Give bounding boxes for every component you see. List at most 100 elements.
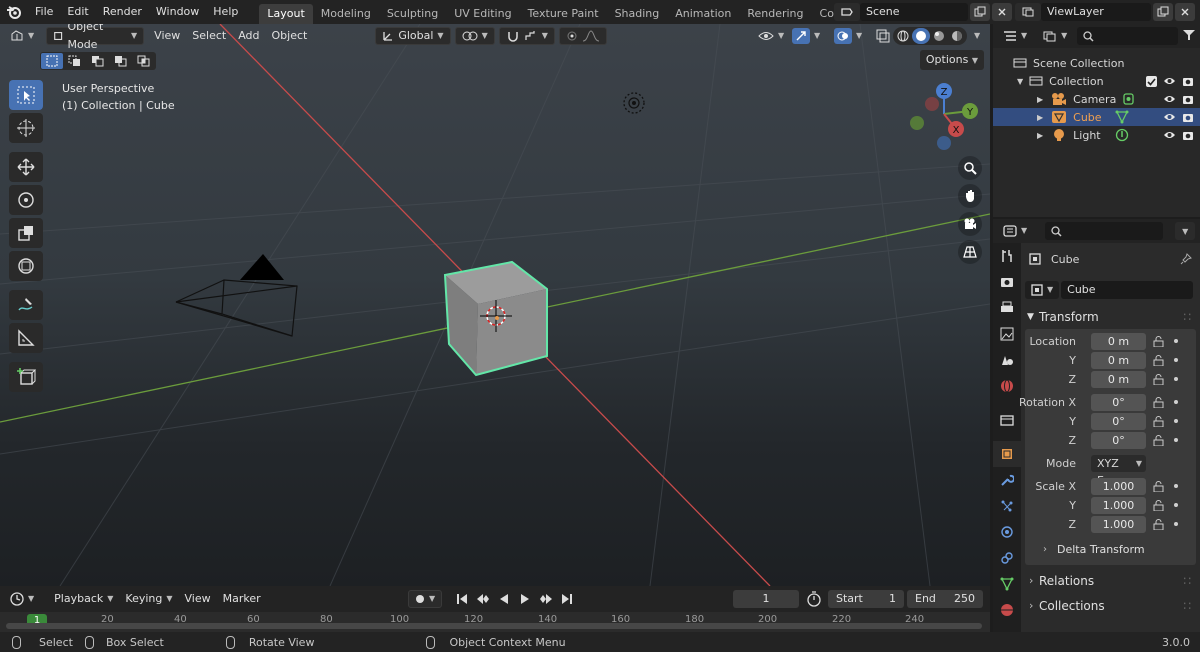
zoom-button[interactable] xyxy=(958,156,982,180)
delete-view-layer-icon[interactable] xyxy=(1175,3,1195,21)
keyframe-dot-icon[interactable] xyxy=(1174,339,1178,343)
eye-icon[interactable] xyxy=(1163,76,1176,86)
proportional-edit-toggle[interactable] xyxy=(558,27,607,45)
transform-tool[interactable] xyxy=(9,251,43,281)
keying-menu[interactable]: Keying ▼ xyxy=(119,590,178,608)
rotation-z-field[interactable]: 0° xyxy=(1091,432,1146,449)
keyframe-dot-icon[interactable] xyxy=(1174,522,1178,526)
select-intersect-button[interactable] xyxy=(133,53,155,69)
delta-transform-header[interactable]: › Delta Transform xyxy=(1025,535,1196,561)
outliner-item-camera[interactable]: ▶ Camera xyxy=(993,90,1200,108)
select-box-tool[interactable] xyxy=(9,80,43,110)
tab-view-layer[interactable] xyxy=(993,321,1021,347)
light-object[interactable] xyxy=(623,92,645,114)
display-mode-selector[interactable]: ▼ xyxy=(1037,27,1073,45)
tab-object[interactable] xyxy=(993,441,1021,467)
viewport-menu-view[interactable]: View xyxy=(148,27,186,45)
viewport-menu-select[interactable]: Select xyxy=(186,27,232,45)
select-extend-button[interactable] xyxy=(64,53,86,69)
expand-arrow-icon[interactable]: ▶ xyxy=(1037,113,1043,122)
keyframe-dot-icon[interactable] xyxy=(1174,484,1178,488)
checkbox-icon[interactable] xyxy=(1146,75,1157,87)
lock-icon[interactable] xyxy=(1153,336,1164,347)
lock-icon[interactable] xyxy=(1153,519,1164,530)
render-camera-icon[interactable] xyxy=(1182,76,1194,87)
delete-scene-icon[interactable] xyxy=(992,3,1012,21)
outliner-collection[interactable]: ▼ Collection xyxy=(993,72,1200,90)
3d-viewport[interactable]: ▼ Object Mode ▼ View Select Add Object G… xyxy=(0,24,990,586)
rotation-y-field[interactable]: 0° xyxy=(1091,413,1146,430)
outliner-scene-collection[interactable]: Scene Collection xyxy=(993,54,1200,72)
tab-layout[interactable]: Layout xyxy=(259,4,313,24)
tab-constraints[interactable] xyxy=(993,545,1021,571)
keyframe-dot-icon[interactable] xyxy=(1174,358,1178,362)
tab-animation[interactable]: Animation xyxy=(667,4,739,24)
lock-icon[interactable] xyxy=(1153,435,1164,446)
playback-menu[interactable]: Playback ▼ xyxy=(48,590,119,608)
tab-sculpting[interactable]: Sculpting xyxy=(379,4,446,24)
timeline-scrollbar[interactable] xyxy=(6,623,982,629)
relations-panel-header[interactable]: › Relations ∷ xyxy=(1021,569,1200,593)
timeline-marker-menu[interactable]: Marker xyxy=(217,590,267,608)
solid-shading-button[interactable] xyxy=(912,28,930,44)
overlay-toggle[interactable]: ▼ xyxy=(828,27,868,45)
tab-rendering[interactable]: Rendering xyxy=(739,4,811,24)
scale-x-field[interactable]: 1.000 xyxy=(1091,478,1146,495)
tab-physics[interactable] xyxy=(993,519,1021,545)
scale-z-field[interactable]: 1.000 xyxy=(1091,516,1146,533)
lock-icon[interactable] xyxy=(1153,416,1164,427)
viewport-menu-add[interactable]: Add xyxy=(232,27,265,45)
tab-material[interactable] xyxy=(993,597,1021,623)
lock-icon[interactable] xyxy=(1153,397,1164,408)
tab-modeling[interactable]: Modeling xyxy=(313,4,379,24)
location-x-field[interactable]: 0 m xyxy=(1091,333,1146,350)
blender-logo-icon[interactable] xyxy=(0,0,28,24)
tab-particles[interactable] xyxy=(993,493,1021,519)
frame-ruler[interactable]: 1 20 40 60 80 100 120 140 160 180 200 22… xyxy=(0,612,990,632)
navigation-gizmo[interactable]: X Y Z xyxy=(905,80,985,160)
menu-window[interactable]: Window xyxy=(149,0,206,24)
location-z-field[interactable]: 0 m xyxy=(1091,371,1146,388)
properties-editor-type-button[interactable]: ▼ xyxy=(997,222,1033,240)
transform-panel-header[interactable]: ▼ Transform ∷ xyxy=(1021,305,1200,329)
perspective-toggle-button[interactable] xyxy=(958,240,982,264)
rotation-mode-select[interactable]: XYZ E... ▼ xyxy=(1091,455,1146,487)
pin-icon[interactable] xyxy=(1180,253,1192,265)
lock-icon[interactable] xyxy=(1153,355,1164,366)
current-frame-field[interactable]: 1 xyxy=(733,590,799,608)
shading-options-chevron-icon[interactable]: ▼ xyxy=(974,31,980,40)
keyframe-dot-icon[interactable] xyxy=(1174,438,1178,442)
new-view-layer-icon[interactable] xyxy=(1153,3,1173,21)
camera-view-button[interactable] xyxy=(958,212,982,236)
play-reverse-button[interactable] xyxy=(494,590,514,608)
object-name-field[interactable]: Cube xyxy=(1061,281,1194,299)
jump-start-button[interactable] xyxy=(452,590,472,608)
keyframe-dot-icon[interactable] xyxy=(1174,400,1178,404)
next-keyframe-button[interactable] xyxy=(536,590,556,608)
scale-tool[interactable] xyxy=(9,218,43,248)
gizmo-toggle[interactable]: ▼ xyxy=(786,27,826,45)
render-camera-icon[interactable] xyxy=(1182,130,1194,141)
tab-texture-paint[interactable]: Texture Paint xyxy=(520,4,607,24)
select-new-button[interactable] xyxy=(41,53,63,69)
visibility-selector[interactable]: ▼ xyxy=(752,27,790,45)
tab-modifiers[interactable] xyxy=(993,467,1021,493)
snap-toggle[interactable]: ▼ xyxy=(498,27,555,45)
render-camera-icon[interactable] xyxy=(1182,112,1194,123)
eye-icon[interactable] xyxy=(1163,94,1176,104)
stopwatch-icon[interactable] xyxy=(806,591,822,610)
drag-handle-icon[interactable]: ∷ xyxy=(1183,569,1192,593)
orientation-selector[interactable]: Global ▼ xyxy=(375,27,451,45)
tab-tool[interactable] xyxy=(993,243,1021,269)
measure-tool[interactable] xyxy=(9,323,43,353)
eye-icon[interactable] xyxy=(1163,130,1176,140)
tab-scene[interactable] xyxy=(993,347,1021,373)
drag-handle-icon[interactable]: ∷ xyxy=(1183,594,1192,618)
outliner-item-light[interactable]: ▶ Light xyxy=(993,126,1200,144)
camera-data-icon[interactable] xyxy=(1123,92,1135,106)
annotate-tool[interactable] xyxy=(9,290,43,320)
view-layer-selector[interactable]: ViewLayer xyxy=(1015,2,1195,22)
location-y-field[interactable]: 0 m xyxy=(1091,352,1146,369)
render-camera-icon[interactable] xyxy=(1182,94,1194,105)
expand-arrow-icon[interactable]: ▶ xyxy=(1037,95,1043,104)
